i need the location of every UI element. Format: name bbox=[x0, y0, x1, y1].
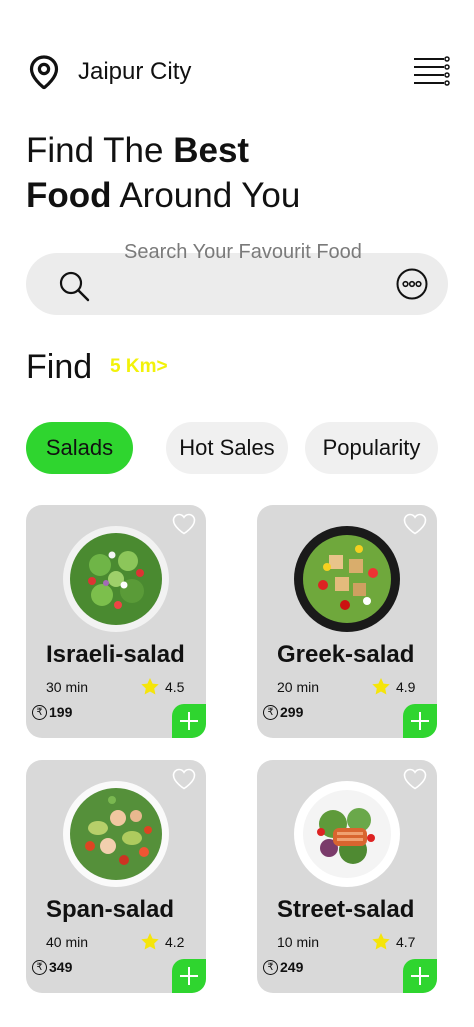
item-rating: 4.2 bbox=[165, 934, 185, 950]
food-card[interactable]: Span-salad 40 min 4.2 ₹349 bbox=[26, 760, 206, 993]
food-card[interactable]: Greek-salad 20 min 4.9 ₹299 bbox=[257, 505, 437, 738]
chip-hot-sales[interactable]: Hot Sales bbox=[166, 422, 288, 474]
food-card[interactable]: Israeli-salad 30 min 4.5 ₹199 bbox=[26, 505, 206, 738]
headline-bold-1: Best bbox=[173, 131, 250, 170]
heart-icon[interactable] bbox=[172, 768, 196, 790]
plus-icon bbox=[411, 712, 429, 730]
item-time: 40 min bbox=[46, 934, 89, 950]
heart-icon[interactable] bbox=[403, 768, 427, 790]
headline-text-1: Find The bbox=[26, 131, 174, 170]
item-price-row: ₹349 bbox=[32, 959, 72, 975]
find-title: Find bbox=[26, 348, 93, 386]
item-name: Span-salad bbox=[46, 896, 175, 923]
rupee-icon: ₹ bbox=[263, 959, 278, 975]
add-to-cart-button[interactable] bbox=[403, 704, 437, 738]
city-name[interactable]: Jaipur City bbox=[78, 58, 191, 86]
item-rating: 4.9 bbox=[396, 679, 416, 695]
item-time: 30 min bbox=[46, 679, 89, 695]
star-icon bbox=[372, 678, 390, 695]
food-image bbox=[63, 526, 169, 632]
rupee-icon: ₹ bbox=[32, 704, 47, 720]
headline-bold-2: Food bbox=[26, 176, 112, 215]
item-rating: 4.7 bbox=[396, 934, 416, 950]
star-icon bbox=[141, 933, 159, 950]
item-name: Street-salad bbox=[277, 896, 415, 923]
heart-icon[interactable] bbox=[403, 513, 427, 535]
menu-icon[interactable] bbox=[414, 54, 450, 88]
location-pin-icon[interactable] bbox=[26, 54, 62, 90]
chip-popularity[interactable]: Popularity bbox=[305, 422, 438, 474]
more-icon[interactable] bbox=[396, 268, 428, 300]
plus-icon bbox=[180, 967, 198, 985]
add-to-cart-button[interactable] bbox=[403, 959, 437, 993]
rupee-icon: ₹ bbox=[32, 959, 47, 975]
search-placeholder[interactable]: Search Your Favourit Food bbox=[124, 241, 362, 264]
add-to-cart-button[interactable] bbox=[172, 704, 206, 738]
item-price: 199 bbox=[49, 704, 73, 720]
item-time: 20 min bbox=[277, 679, 320, 695]
item-time: 10 min bbox=[277, 934, 320, 950]
item-rating: 4.5 bbox=[165, 679, 185, 695]
headline-text-2: Around You bbox=[111, 176, 301, 215]
plus-icon bbox=[411, 967, 429, 985]
item-price: 349 bbox=[49, 959, 73, 975]
item-price: 299 bbox=[280, 704, 304, 720]
distance-filter[interactable]: 5 Km> bbox=[110, 356, 168, 378]
item-price-row: ₹249 bbox=[263, 959, 303, 975]
food-image bbox=[294, 781, 400, 887]
item-price-row: ₹299 bbox=[263, 704, 303, 720]
item-price: 249 bbox=[280, 959, 304, 975]
food-image bbox=[294, 526, 400, 632]
plus-icon bbox=[180, 712, 198, 730]
rupee-icon: ₹ bbox=[263, 704, 278, 720]
food-image bbox=[63, 781, 169, 887]
food-card[interactable]: Street-salad 10 min 4.7 ₹249 bbox=[257, 760, 437, 993]
add-to-cart-button[interactable] bbox=[172, 959, 206, 993]
page-headline: Find The Best Food Around You bbox=[26, 128, 300, 218]
top-bar: Jaipur City bbox=[26, 52, 450, 92]
chip-salads[interactable]: Salads bbox=[26, 422, 133, 474]
star-icon bbox=[141, 678, 159, 695]
item-name: Greek-salad bbox=[277, 641, 415, 668]
heart-icon[interactable] bbox=[172, 513, 196, 535]
search-icon[interactable] bbox=[58, 270, 90, 302]
star-icon bbox=[372, 933, 390, 950]
item-name: Israeli-salad bbox=[46, 641, 185, 668]
item-price-row: ₹199 bbox=[32, 704, 72, 720]
